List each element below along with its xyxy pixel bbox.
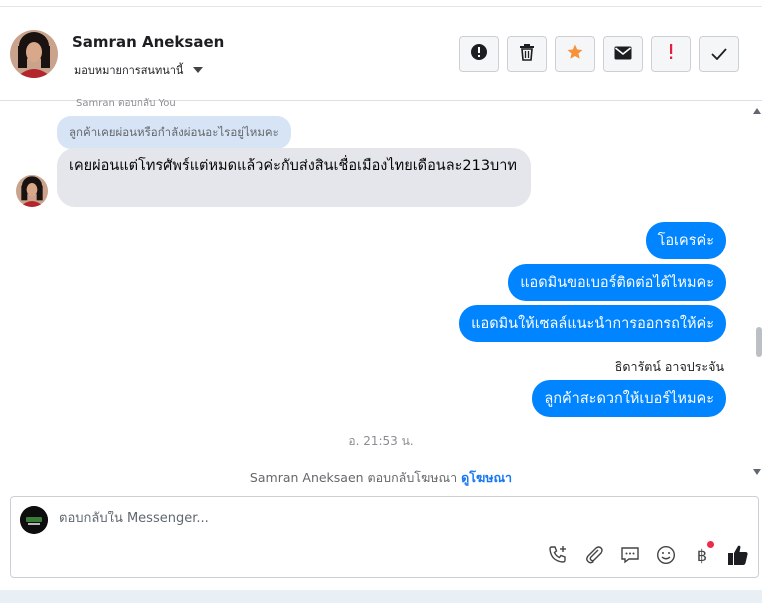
bottom-bar bbox=[0, 590, 762, 603]
delete-button[interactable] bbox=[507, 36, 547, 72]
composer-tools: ฿ bbox=[546, 541, 750, 567]
baht-icon: ฿ bbox=[696, 545, 708, 565]
exclamation-icon bbox=[668, 44, 674, 64]
ad-note-text: Samran Aneksaen ตอบกลับโฆษณา bbox=[249, 470, 458, 485]
follow-up-button[interactable] bbox=[651, 36, 691, 72]
contact-name[interactable]: Samran Aneksaen bbox=[72, 33, 224, 51]
scrollbar-thumb[interactable] bbox=[756, 327, 762, 357]
trash-icon bbox=[519, 43, 535, 65]
incoming-message[interactable]: เคยผ่อนแต่โทรศัพร์แต่หมดแล้วค่ะกับส่งสิน… bbox=[57, 148, 531, 207]
mark-done-button[interactable] bbox=[699, 36, 739, 72]
quoted-message[interactable]: ลูกค้าเคยผ่อนหรือกำลังผ่อนอะไรอยู่ไหมคะ bbox=[57, 116, 291, 149]
scroll-up-arrow-icon[interactable] bbox=[753, 108, 761, 114]
star-button[interactable] bbox=[555, 36, 595, 72]
outgoing-message[interactable]: แอดมินขอเบอร์ติดต่อได้ไหมคะ bbox=[508, 264, 726, 301]
reply-label: Samran ตอบกลับ You bbox=[76, 98, 176, 109]
notification-dot bbox=[707, 541, 714, 548]
outgoing-message[interactable]: ลูกค้าสะดวกให้เบอร์ไหมคะ bbox=[532, 380, 726, 417]
header-actions bbox=[459, 36, 739, 72]
assign-label: มอบหมายการสนทนานี้ bbox=[74, 64, 184, 77]
reply-composer: ฿ bbox=[10, 496, 759, 578]
star-icon bbox=[566, 43, 584, 65]
saved-reply-icon[interactable] bbox=[618, 543, 642, 567]
call-add-icon[interactable] bbox=[546, 543, 570, 567]
scrollbar[interactable] bbox=[754, 107, 762, 479]
sender-name: ธิดารัตน์ อาจประจัน bbox=[614, 359, 724, 374]
assign-conversation-dropdown[interactable]: มอบหมายการสนทนานี้ bbox=[74, 61, 204, 79]
mark-unread-button[interactable] bbox=[603, 36, 643, 72]
ad-reply-note: Samran Aneksaen ตอบกลับโฆษณา ดูโฆษณา bbox=[0, 468, 762, 488]
page-avatar bbox=[20, 506, 48, 534]
reply-input[interactable] bbox=[59, 511, 559, 526]
check-icon bbox=[711, 45, 727, 64]
paperclip-icon[interactable] bbox=[582, 543, 606, 567]
spam-button[interactable] bbox=[459, 36, 499, 72]
conversation-header: Samran Aneksaen มอบหมายการสนทนานี้ bbox=[0, 7, 762, 101]
outgoing-message[interactable]: โอเครค่ะ bbox=[645, 222, 726, 259]
alert-circle-icon bbox=[470, 43, 488, 65]
outgoing-message[interactable]: แอดมินให้เซลล์แนะนำการออกรถให้ค่ะ bbox=[459, 305, 726, 342]
view-ad-link[interactable]: ดูโฆษณา bbox=[461, 470, 512, 485]
message-timestamp: อ. 21:53 น. bbox=[348, 434, 414, 448]
envelope-icon bbox=[614, 45, 632, 64]
chevron-down-icon bbox=[193, 67, 204, 73]
sender-avatar bbox=[16, 175, 48, 207]
emoji-icon[interactable] bbox=[654, 543, 678, 567]
message-list: Samran ตอบกลับ You ลูกค้าเคยผ่อนหรือกำลั… bbox=[0, 95, 762, 495]
contact-avatar[interactable] bbox=[10, 30, 58, 78]
like-icon[interactable] bbox=[726, 543, 750, 567]
baht-payment-icon[interactable]: ฿ bbox=[690, 541, 714, 567]
scroll-down-arrow-icon[interactable] bbox=[753, 469, 761, 475]
